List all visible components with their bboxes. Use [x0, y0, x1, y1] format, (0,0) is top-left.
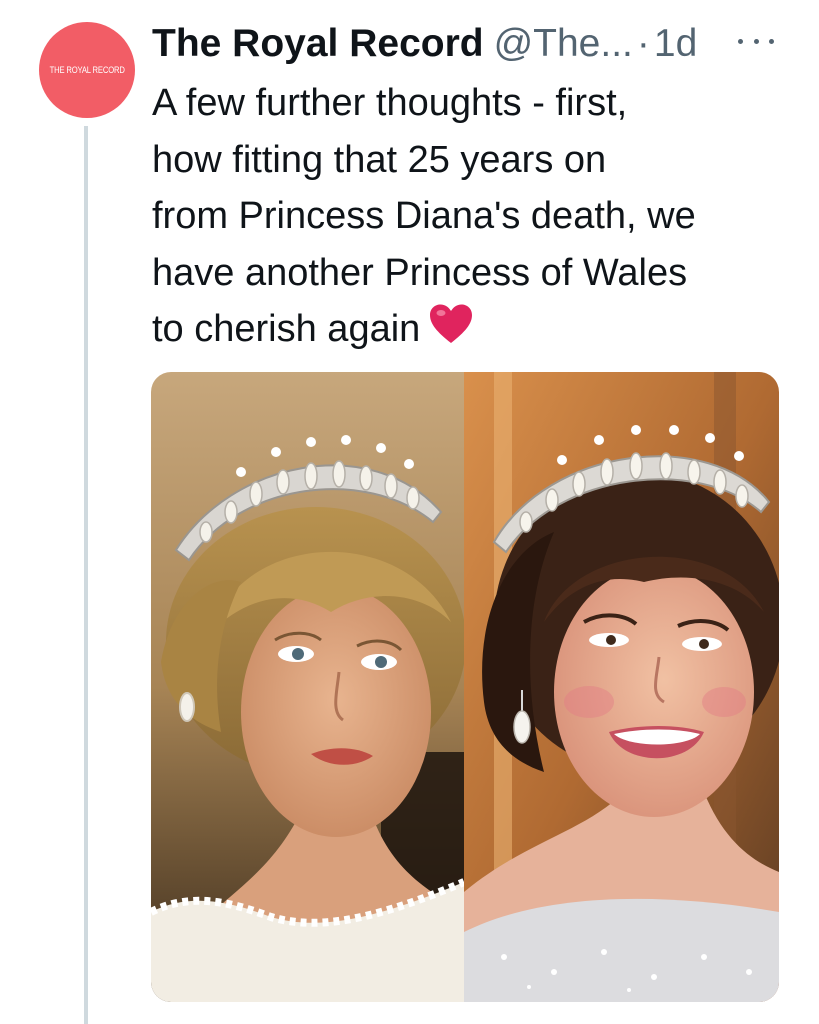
- tweet[interactable]: THE ROYAL RECORD The Royal Record @The..…: [0, 0, 819, 1024]
- more-options-icon[interactable]: [738, 26, 774, 56]
- tweet-header: The Royal Record @The... · 1d: [152, 16, 697, 72]
- portrait-illustration-right: [464, 372, 779, 1002]
- tweet-text-line: have another Princess of Wales: [152, 251, 688, 294]
- tweet-text-line: to cherish again: [152, 308, 421, 350]
- heart-icon: [430, 304, 473, 343]
- author-display-name[interactable]: The Royal Record: [152, 22, 484, 66]
- tweet-text-line: how fitting that 25 years on: [152, 138, 607, 181]
- portrait-illustration-left: [151, 372, 464, 1002]
- author-handle[interactable]: @The...: [494, 22, 633, 66]
- media-photo-right[interactable]: [464, 372, 779, 1002]
- thread-connector-line: [84, 126, 88, 1024]
- tweet-timestamp[interactable]: 1d: [654, 22, 697, 66]
- tweet-text: A few further thoughts - first, how fitt…: [152, 75, 792, 358]
- avatar-logo-text: THE ROYAL RECORD: [49, 65, 125, 75]
- media-image-grid[interactable]: [151, 372, 779, 1002]
- avatar[interactable]: THE ROYAL RECORD: [39, 22, 135, 118]
- tweet-text-line: A few further thoughts - first,: [152, 82, 628, 124]
- separator-dot: ·: [636, 22, 650, 65]
- media-photo-left[interactable]: [151, 372, 464, 1002]
- tweet-text-line: from Princess Diana's death, we: [152, 195, 696, 237]
- tweet-text-last-line: to cherish again: [152, 301, 792, 358]
